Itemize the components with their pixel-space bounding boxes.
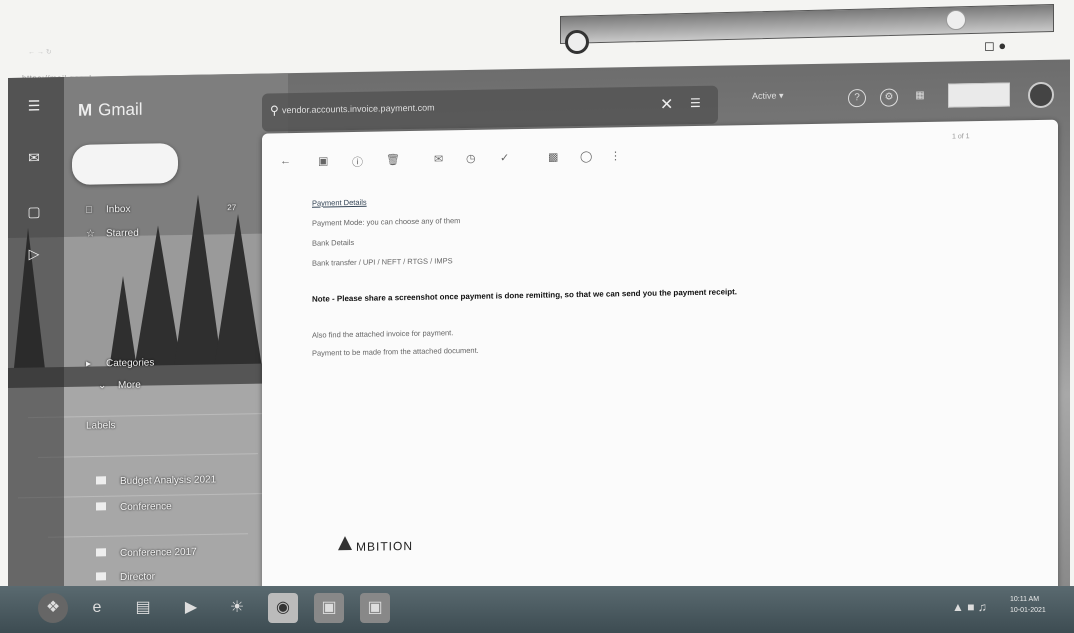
- message-line: Payment to be made from the attached doc…: [312, 345, 479, 358]
- outlook-icon[interactable]: ▣: [314, 593, 344, 623]
- archive-icon[interactable]: ▣: [318, 154, 328, 167]
- system-tray[interactable]: ▲ ■ ♫: [952, 600, 987, 614]
- left-rail: ☰ ✉ ▢ ▷: [8, 77, 64, 618]
- inbox-label: Inbox: [106, 203, 131, 216]
- search-icon[interactable]: ⚲: [270, 103, 279, 117]
- move-to-icon[interactable]: ▩: [548, 150, 558, 163]
- message-line: Payment Details: [312, 197, 367, 208]
- folder-icon: [96, 502, 106, 511]
- mail-rail-icon[interactable]: ✉: [22, 149, 46, 169]
- page-info: 1 of 1: [952, 133, 970, 141]
- extension-button[interactable]: [948, 82, 1010, 108]
- explorer-icon[interactable]: ▤: [128, 593, 158, 623]
- status-label: Active: [752, 90, 777, 102]
- folder-item[interactable]: Director: [96, 571, 155, 583]
- gmail-logo[interactable]: M Gmail: [78, 100, 143, 121]
- window-controls[interactable]: ◻ ●: [984, 38, 1006, 54]
- label-icon[interactable]: ◯: [580, 150, 592, 163]
- inbox-count: 27: [227, 203, 237, 213]
- chat-rail-icon[interactable]: ▢: [22, 203, 46, 223]
- apps-icon[interactable]: ▦: [912, 88, 928, 104]
- clock-date: 10-01-2021: [1010, 607, 1046, 614]
- folder-icon: [96, 548, 106, 557]
- folder-label: Budget Analysis 2021: [120, 474, 217, 488]
- back-icon[interactable]: ←: [280, 155, 291, 167]
- gmail-icon: M: [78, 100, 93, 120]
- header-actions: Active ▾ ? ⚙ ▦: [742, 78, 1062, 120]
- clock[interactable]: 10:11 AM 10-01-2021: [1010, 594, 1046, 616]
- folder-icon: [96, 572, 106, 581]
- report-icon[interactable]: ⓘ: [352, 154, 363, 170]
- star-icon: ☆: [86, 228, 95, 240]
- labels-label: Labels: [86, 420, 116, 432]
- gmail-window: ☰ ✉ ▢ ▷ M Gmail □ Inbox 27 ☆ Starred ▸ Categ…: [8, 59, 1070, 619]
- folder-icon: [96, 476, 106, 485]
- meet-rail-icon[interactable]: ▷: [22, 245, 46, 265]
- snooze-icon[interactable]: ◷: [466, 152, 476, 165]
- message-line: Payment Mode: you can choose any of them: [312, 216, 461, 228]
- menu-icon[interactable]: ☰: [22, 97, 46, 117]
- search-bar[interactable]: ⚲ vendor.accounts.invoice.payment.com ✕ …: [262, 85, 718, 132]
- folder-item[interactable]: Conference: [96, 501, 172, 513]
- nav-categories[interactable]: ▸ Categories: [86, 357, 154, 369]
- message-line: Bank Details: [312, 237, 355, 248]
- message-line: Also find the attached invoice for payme…: [312, 328, 454, 340]
- status-dropdown[interactable]: Active ▾: [752, 90, 784, 102]
- search-input[interactable]: vendor.accounts.invoice.payment.com: [282, 103, 435, 116]
- inbox-icon: □: [86, 204, 93, 216]
- compose-button[interactable]: [72, 143, 178, 185]
- message-pane: ← ▣ ⓘ 🗑 ✉ ◷ ✓ ▩ ◯ ⋮ 1 of 1 Payment Detai…: [262, 119, 1058, 610]
- more-icon[interactable]: ⋮: [610, 149, 621, 162]
- gmail-wordmark: Gmail: [98, 99, 143, 120]
- help-icon[interactable]: ?: [848, 89, 866, 108]
- chrome-icon[interactable]: ◉: [268, 593, 298, 623]
- delete-icon[interactable]: 🗑: [386, 153, 400, 166]
- word-icon[interactable]: ▣: [360, 593, 390, 623]
- close-icon[interactable]: ✕: [660, 94, 673, 114]
- clock-time: 10:11 AM: [1010, 596, 1040, 603]
- signature-company: MBITION: [356, 538, 413, 554]
- chevron-down-icon: ⌄: [98, 380, 107, 392]
- message-note: Note - Please share a screenshot once pa…: [312, 287, 738, 304]
- nav-more[interactable]: ⌄ More: [98, 380, 141, 392]
- ie-icon[interactable]: e: [82, 593, 112, 623]
- monitor-knob: [565, 30, 589, 54]
- start-icon[interactable]: ❖: [38, 593, 68, 623]
- folder-label: Director: [120, 571, 156, 584]
- avatar[interactable]: [1028, 81, 1054, 109]
- company-logo-icon: [338, 535, 352, 551]
- message-line: Bank transfer / UPI / NEFT / RTGS / IMPS: [312, 256, 453, 268]
- starred-label: Starred: [106, 227, 139, 240]
- add-task-icon[interactable]: ✓: [500, 151, 509, 164]
- mark-unread-icon[interactable]: ✉: [434, 152, 443, 165]
- media-icon[interactable]: ▶: [176, 593, 206, 623]
- taskbar: ❖ e ▤ ▶ ☀ ◉ ▣ ▣ ▲ ■ ♫ 10:11 AM 10-01-2021: [0, 586, 1074, 633]
- monitor-knob-right: [946, 10, 966, 30]
- more-label: More: [118, 379, 141, 392]
- settings-icon[interactable]: ⚙: [880, 88, 898, 107]
- folder-label: Conference: [120, 501, 172, 514]
- labels-header: Labels: [86, 420, 115, 432]
- folder-label: Conference 2017: [120, 546, 197, 560]
- firefox-icon[interactable]: ☀: [222, 593, 252, 623]
- folder-item[interactable]: Budget Analysis 2021: [96, 474, 216, 487]
- folder-item[interactable]: Conference 2017: [96, 547, 197, 560]
- chevron-right-icon: ▸: [86, 358, 92, 370]
- categories-label: Categories: [106, 357, 155, 370]
- filter-icon[interactable]: ☰: [690, 96, 701, 110]
- browser-nav-buttons[interactable]: ← → ↻: [28, 48, 52, 56]
- nav-starred[interactable]: ☆ Starred: [86, 228, 139, 240]
